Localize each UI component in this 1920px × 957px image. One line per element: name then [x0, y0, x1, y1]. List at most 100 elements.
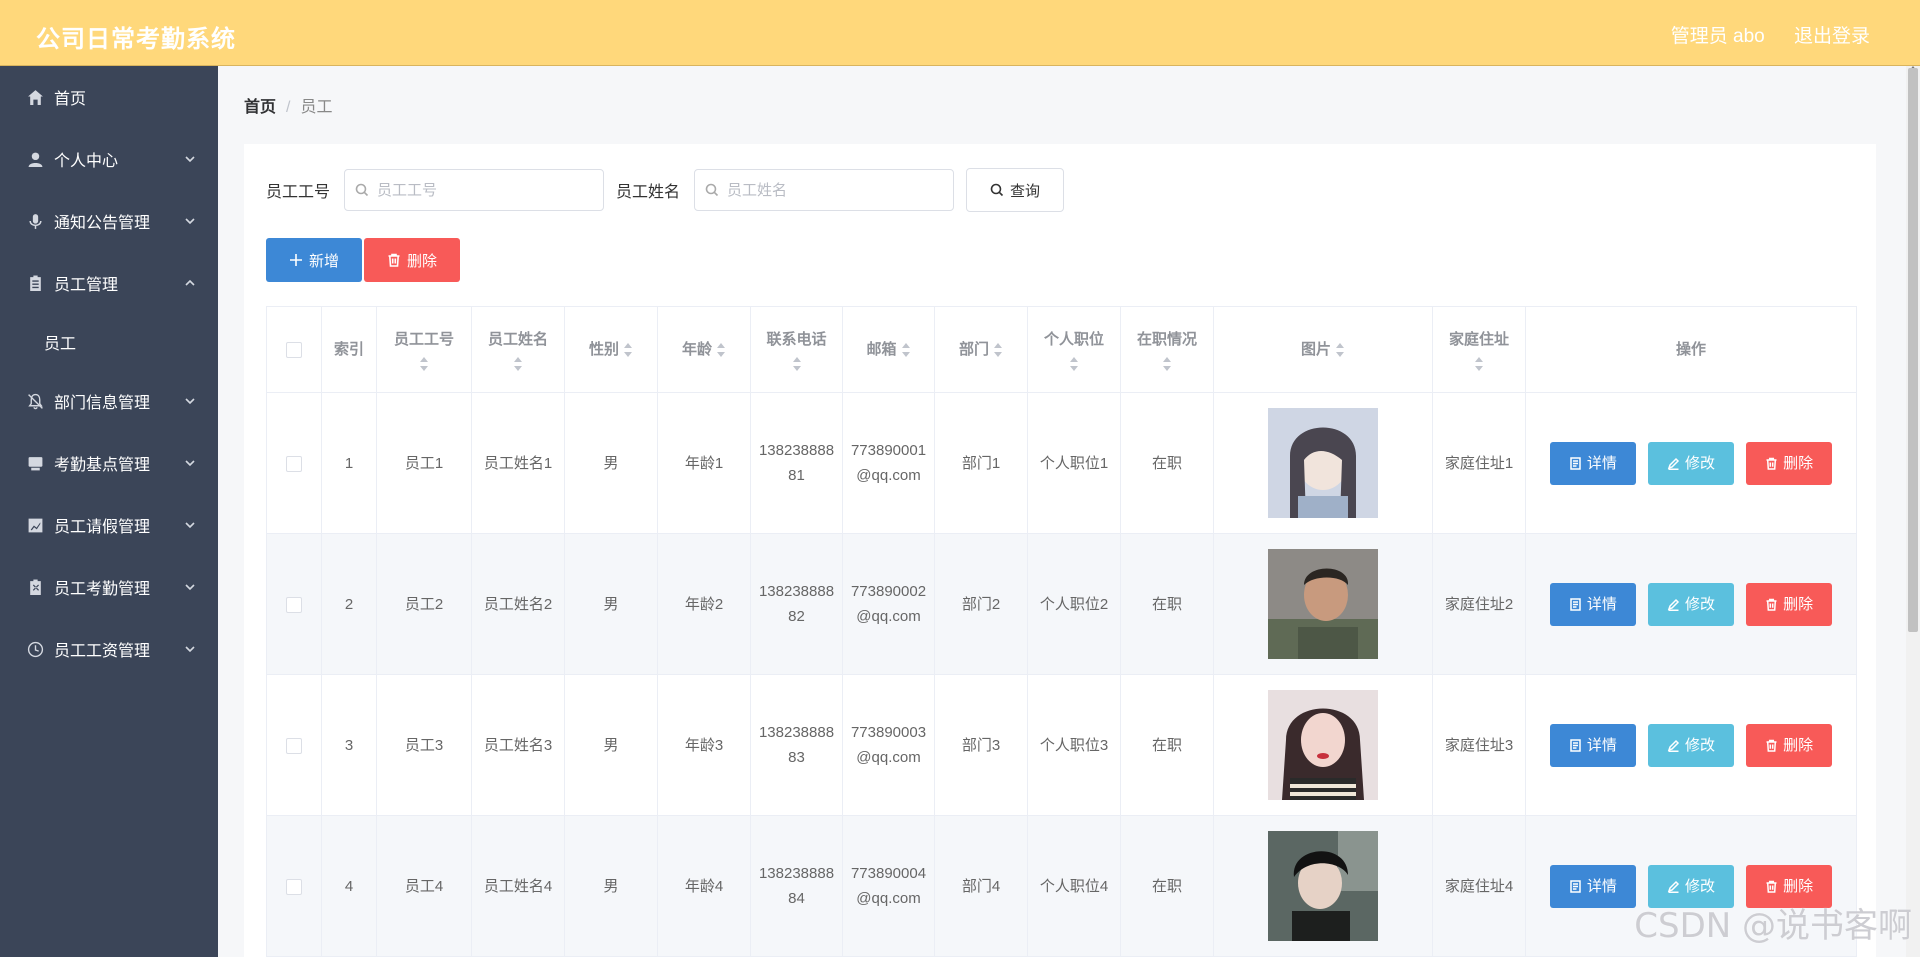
chevron-down-icon — [184, 518, 196, 530]
breadcrumb-home[interactable]: 首页 — [244, 99, 276, 116]
sidebar-item-home[interactable]: 首页 — [0, 66, 218, 128]
main-content: 首页 / 员工 员工工号 员工姓名 查询 新增 — [218, 66, 1920, 957]
sort-icon[interactable] — [419, 356, 429, 372]
employee-photo — [1268, 690, 1378, 800]
sort-icon[interactable] — [513, 356, 523, 372]
page-scrollbar[interactable] — [1906, 66, 1920, 957]
column-header[interactable]: 邮箱 — [842, 306, 935, 393]
sidebar-item-profile[interactable]: 个人中心 — [0, 128, 218, 190]
search-icon — [355, 183, 369, 197]
search-icon — [990, 183, 1004, 197]
column-header[interactable]: 员工姓名 — [471, 306, 565, 393]
column-header[interactable]: 个人职位 — [1027, 306, 1121, 393]
employee-photo — [1268, 831, 1378, 941]
cell-gender: 男 — [564, 392, 658, 534]
row-checkbox[interactable] — [286, 455, 302, 472]
chevron-down-icon — [184, 580, 196, 592]
cell-status: 在职 — [1120, 815, 1214, 957]
sidebar-item-attendance[interactable]: 员工考勤管理 — [0, 556, 218, 618]
cell-email: 773890002@qq.com — [842, 533, 935, 675]
sidebar-item-leave[interactable]: 员工请假管理 — [0, 494, 218, 556]
cell-age: 年龄2 — [657, 533, 751, 675]
detail-button[interactable]: 详情 — [1549, 582, 1636, 626]
sidebar-item-attendance-points[interactable]: 考勤基点管理 — [0, 432, 218, 494]
sidebar-item-label: 员工管理 — [54, 277, 119, 294]
select-all-cell — [266, 306, 322, 393]
employee-name-label: 员工姓名 — [616, 184, 681, 201]
sidebar-item-notices[interactable]: 通知公告管理 — [0, 190, 218, 252]
column-header[interactable]: 年龄 — [657, 306, 751, 393]
table-row: 1 员工1 员工姓名1 男 年龄1 13823888881 773890001@… — [266, 392, 1857, 534]
sort-icon[interactable] — [1474, 356, 1484, 372]
logout-link[interactable]: 退出登录 — [1794, 26, 1870, 47]
column-header[interactable]: 员工工号 — [376, 306, 472, 393]
pencil-icon — [1667, 598, 1680, 611]
clock-icon — [26, 640, 44, 658]
sort-icon[interactable] — [901, 342, 911, 358]
column-header[interactable]: 图片 — [1213, 306, 1433, 393]
select-all-checkbox[interactable] — [286, 342, 302, 359]
employee-id-input[interactable] — [375, 180, 580, 200]
sidebar-item-salary[interactable]: 员工工资管理 — [0, 618, 218, 680]
employee-name-input[interactable] — [725, 180, 930, 200]
sort-icon[interactable] — [792, 356, 802, 372]
sort-icon[interactable] — [993, 342, 1003, 358]
document-icon — [1570, 456, 1581, 470]
row-delete-button[interactable]: 删除 — [1746, 723, 1833, 767]
user-icon — [26, 150, 44, 168]
cell-employee-id: 员工2 — [376, 533, 472, 675]
row-delete-button[interactable]: 删除 — [1746, 441, 1833, 485]
scrollbar-thumb[interactable] — [1908, 68, 1918, 632]
sort-icon[interactable] — [623, 342, 633, 358]
row-delete-button[interactable]: 删除 — [1746, 582, 1833, 626]
edit-button[interactable]: 修改 — [1648, 441, 1734, 485]
detail-button[interactable]: 详情 — [1549, 864, 1636, 908]
sort-icon[interactable] — [716, 342, 726, 358]
document-icon — [1570, 879, 1581, 893]
column-header[interactable]: 联系电话 — [750, 306, 843, 393]
column-header[interactable]: 部门 — [934, 306, 1028, 393]
column-header[interactable]: 性别 — [564, 306, 658, 393]
employee-name-field — [694, 169, 955, 211]
sidebar-item-departments[interactable]: 部门信息管理 — [0, 370, 218, 432]
cell-age: 年龄1 — [657, 392, 751, 534]
pencil-icon — [1667, 739, 1680, 752]
edit-button[interactable]: 修改 — [1648, 582, 1734, 626]
chevron-up-icon — [184, 276, 196, 288]
sort-icon[interactable] — [1162, 356, 1172, 372]
clipboard-icon — [26, 274, 44, 292]
cell-status: 在职 — [1120, 674, 1214, 816]
sidebar-subitem-employee[interactable]: 员工 — [0, 314, 218, 370]
row-checkbox[interactable] — [286, 596, 302, 613]
row-checkbox[interactable] — [286, 737, 302, 754]
sort-icon[interactable] — [1069, 356, 1079, 372]
cell-name: 员工姓名3 — [471, 674, 565, 816]
sort-icon[interactable] — [1335, 342, 1345, 358]
row-checkbox[interactable] — [286, 878, 302, 895]
detail-button[interactable]: 详情 — [1549, 441, 1636, 485]
sidebar-item-employees[interactable]: 员工管理 — [0, 252, 218, 314]
employee-id-field — [344, 169, 605, 211]
cell-age: 年龄3 — [657, 674, 751, 816]
add-button[interactable]: 新增 — [266, 238, 362, 282]
detail-button[interactable]: 详情 — [1549, 723, 1636, 767]
query-button[interactable]: 查询 — [966, 168, 1065, 212]
current-user: 管理员 abo — [1670, 26, 1765, 47]
column-header[interactable]: 家庭住址 — [1432, 306, 1526, 393]
sidebar-item-label: 通知公告管理 — [54, 215, 151, 232]
cell-email: 773890003@qq.com — [842, 674, 935, 816]
sidebar-item-label: 部门信息管理 — [54, 395, 151, 412]
cell-phone: 13823888881 — [750, 392, 843, 534]
plus-icon — [289, 254, 302, 266]
edit-button[interactable]: 修改 — [1648, 723, 1734, 767]
column-header[interactable]: 在职情况 — [1120, 306, 1214, 393]
employee-photo — [1268, 549, 1378, 659]
chevron-down-icon — [184, 214, 196, 226]
trash-icon — [1766, 598, 1777, 611]
sidebar-item-label: 员工请假管理 — [54, 519, 151, 536]
monitor-icon — [26, 454, 44, 472]
breadcrumb-current: 员工 — [300, 99, 333, 116]
cell-gender: 男 — [564, 815, 658, 957]
batch-delete-button[interactable]: 删除 — [364, 238, 460, 282]
cell-employee-id: 员工4 — [376, 815, 472, 957]
